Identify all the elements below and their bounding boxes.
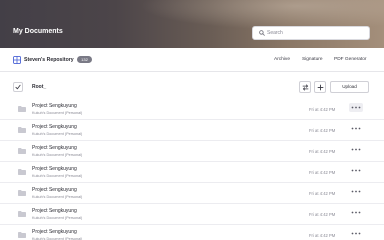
more-options-button[interactable]: [349, 208, 363, 217]
more-options-button[interactable]: [349, 187, 363, 196]
more-options-button[interactable]: [349, 166, 363, 175]
document-name[interactable]: Project Sengkuyung: [32, 187, 77, 193]
document-owner: Kukuh's Document (Personal): [32, 153, 83, 157]
folder-icon: [18, 232, 26, 238]
sort-button[interactable]: [299, 81, 311, 93]
document-owner: Kukuh's Document (Personal): [32, 174, 83, 178]
modified-time: Fri at 4:42 PM: [309, 128, 336, 133]
grid-icon: [13, 56, 21, 64]
document-name[interactable]: Project Sengkuyung: [32, 145, 77, 151]
header-banner: My Documents: [0, 0, 384, 48]
more-options-button[interactable]: [349, 103, 363, 112]
check-icon: [15, 84, 21, 90]
more-horizontal-icon: [351, 127, 361, 130]
document-name[interactable]: Project Sengkuyung: [32, 208, 77, 214]
folder-icon: [18, 106, 26, 112]
add-button[interactable]: [314, 81, 326, 93]
list-item[interactable]: Project Sengkuyung Kukuh's Document (Pers…: [0, 183, 384, 204]
folder-icon: [18, 169, 26, 175]
breadcrumb-root[interactable]: Root_: [32, 84, 46, 90]
page-title: My Documents: [13, 28, 63, 35]
list-item[interactable]: Project Sengkuyung Kukuh's Document (Pers…: [0, 162, 384, 183]
more-options-button[interactable]: [349, 145, 363, 154]
search-icon: [259, 30, 265, 36]
repository-name[interactable]: Steven's Repository: [24, 57, 74, 63]
more-horizontal-icon: [351, 190, 361, 193]
more-options-button[interactable]: [349, 124, 363, 133]
search-box[interactable]: [252, 26, 370, 40]
document-name[interactable]: Project Sengkuyung: [32, 103, 77, 109]
list-item[interactable]: Project Sengkuyung Kukuh's Document (Pers…: [0, 204, 384, 225]
upload-button[interactable]: Upload: [330, 81, 369, 93]
more-horizontal-icon: [351, 169, 361, 172]
more-horizontal-icon: [351, 148, 361, 151]
modified-time: Fri at 4:42 PM: [309, 149, 336, 154]
plus-icon: [317, 84, 324, 91]
document-name[interactable]: Project Sengkuyung: [32, 124, 77, 130]
modified-time: Fri at 4:42 PM: [309, 107, 336, 112]
folder-icon: [18, 127, 26, 133]
modified-time: Fri at 4:42 PM: [309, 191, 336, 196]
list-item[interactable]: Project Sengkuyung Kukuh's Document (Pers…: [0, 141, 384, 162]
document-name[interactable]: Project Sengkuyung: [32, 229, 77, 235]
modified-time: Fri at 4:42 PM: [309, 212, 336, 217]
list-item[interactable]: Project Sengkuyung Kukuh's Document (Pers…: [0, 99, 384, 120]
list-item[interactable]: Project Sengkuyung Kukuh's Document (Pers…: [0, 120, 384, 141]
document-name[interactable]: Project Sengkuyung: [32, 166, 77, 172]
nav-pdf-generator[interactable]: PDF Generator: [334, 57, 367, 62]
modified-time: Fri at 4:42 PM: [309, 170, 336, 175]
document-owner: Kukuh's Document (Personal): [32, 216, 83, 220]
search-input[interactable]: [267, 28, 367, 38]
folder-icon: [18, 148, 26, 154]
nav-archive[interactable]: Archive: [274, 57, 290, 62]
more-horizontal-icon: [351, 211, 361, 214]
document-owner: Kukuh's Document (Personal): [32, 132, 83, 136]
document-owner: Kukuh's Document (Personal): [32, 195, 83, 199]
repository-bar: Steven's Repository 132 Archive Signatur…: [0, 48, 384, 72]
folder-icon: [18, 211, 26, 217]
list-toolbar: Root_ Upload: [0, 80, 384, 95]
more-options-button[interactable]: [349, 229, 363, 238]
folder-icon: [18, 190, 26, 196]
more-horizontal-icon: [351, 106, 361, 109]
list-item[interactable]: Project Sengkuyung Kukuh's Document (Pers…: [0, 225, 384, 240]
document-count-badge: 132: [77, 56, 92, 63]
sort-icon: [302, 84, 309, 91]
modified-time: Fri at 4:42 PM: [309, 233, 336, 238]
nav-signature[interactable]: Signature: [302, 57, 323, 62]
document-owner: Kukuh's Document (Personal): [32, 111, 83, 115]
more-horizontal-icon: [351, 232, 361, 235]
select-all-checkbox[interactable]: [13, 82, 23, 92]
